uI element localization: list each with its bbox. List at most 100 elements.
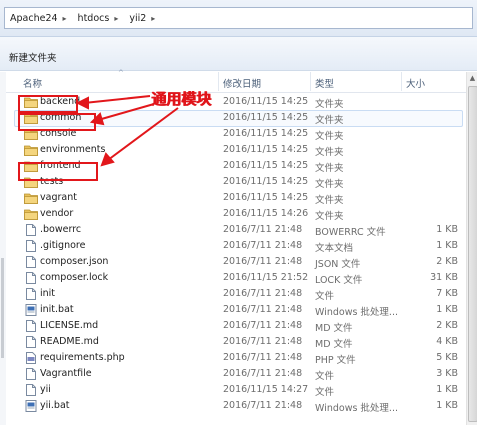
file-row[interactable]: README.md 2016/7/11 21:48 MD 文件 4 KB [0, 334, 466, 350]
file-row[interactable]: environments 2016/11/15 14:25 文件夹 [0, 142, 466, 158]
file-row[interactable]: yii.bat 2016/7/11 21:48 Windows 批处理... 1 KB [0, 398, 466, 414]
file-row[interactable]: LICENSE.md 2016/7/11 21:48 MD 文件 2 KB [0, 318, 466, 334]
file-size: 1 KB [436, 400, 458, 411]
chevron-right-icon[interactable]: ▸ [109, 14, 122, 23]
file-row[interactable]: .gitignore 2016/7/11 21:48 文本文档 1 KB [0, 238, 466, 254]
file-date: 2016/7/11 21:48 [223, 336, 303, 347]
file-type: Windows 批处理... [315, 307, 398, 318]
file-name: .gitignore [40, 240, 86, 251]
file-date: 2016/7/11 21:48 [223, 400, 303, 411]
file-date: 2016/11/15 14:25 [223, 176, 309, 187]
file-row[interactable]: init.bat 2016/7/11 21:48 Windows 批处理... 1 K… [0, 302, 466, 318]
file-type: 文件夹 [315, 195, 344, 206]
file-name: vagrant [40, 192, 77, 203]
file-type: 文件夹 [315, 179, 344, 190]
file-name: init [40, 288, 56, 299]
file-size: 7 KB [436, 288, 458, 299]
file-icon [24, 240, 38, 252]
sort-arrow-icon: ^ [118, 69, 124, 77]
column-size-header[interactable]: 大小 [406, 76, 425, 90]
file-name: LICENSE.md [40, 320, 99, 331]
file-date: 2016/7/11 21:48 [223, 320, 303, 331]
file-type: 文件夹 [315, 99, 344, 110]
column-divider[interactable] [310, 72, 311, 91]
column-name-header[interactable]: 名称 [23, 76, 42, 90]
file-name: requirements.php [40, 352, 125, 363]
file-row[interactable]: composer.lock 2016/11/15 21:52 LOCK 文件 31 K… [0, 270, 466, 286]
file-name: yii.bat [40, 400, 70, 411]
file-icon [24, 384, 38, 396]
file-date: 2016/11/15 14:25 [223, 192, 309, 203]
folder-icon [24, 144, 38, 156]
file-type: 文件 [315, 387, 335, 398]
file-name: README.md [40, 336, 99, 347]
breadcrumb-label: Apache24 [10, 12, 58, 24]
file-type: 文件夹 [315, 131, 344, 142]
file-name: composer.json [40, 256, 109, 267]
file-type: 文本文档 [315, 243, 354, 254]
file-row[interactable]: vendor 2016/11/15 14:26 文件夹 [0, 206, 466, 222]
file-row[interactable]: .bowerrc 2016/7/11 21:48 BOWERRC 文件 1 KB [0, 222, 466, 238]
file-size: 1 KB [436, 224, 458, 235]
file-date: 2016/11/15 14:27 [223, 384, 309, 395]
file-date: 2016/7/11 21:48 [223, 304, 303, 315]
file-icon [24, 224, 38, 236]
breadcrumb-item[interactable]: htdocs ▸ [73, 8, 125, 28]
file-type: BOWERRC 文件 [315, 227, 386, 238]
file-size: 4 KB [436, 336, 458, 347]
file-date: 2016/11/15 14:26 [223, 208, 309, 219]
file-icon [24, 256, 38, 268]
column-date-header[interactable]: 修改日期 [223, 76, 261, 90]
vertical-scrollbar[interactable]: ▲ [466, 72, 477, 425]
file-type: MD 文件 [315, 323, 353, 334]
file-date: 2016/7/11 21:48 [223, 224, 303, 235]
file-size: 2 KB [436, 256, 458, 267]
file-date: 2016/7/11 21:48 [223, 256, 303, 267]
file-name: yii [40, 384, 51, 395]
breadcrumb[interactable]: Apache24 ▸ htdocs ▸ yii2 ▸ [4, 7, 473, 29]
column-header: ^ 名称 修改日期 类型 大小 [0, 69, 466, 93]
file-row[interactable]: yii 2016/11/15 14:27 文件 1 KB [0, 382, 466, 398]
chevron-right-icon[interactable]: ▸ [58, 14, 71, 23]
file-row[interactable]: composer.json 2016/7/11 21:48 JSON 文件 2 KB [0, 254, 466, 270]
column-divider[interactable] [401, 72, 402, 91]
new-folder-button[interactable]: 新建文件夹 [9, 50, 57, 64]
file-name: .bowerrc [40, 224, 82, 235]
breadcrumb-item[interactable]: yii2 ▸ [124, 8, 161, 28]
file-row[interactable]: requirements.php 2016/7/11 21:48 PHP 文件 5 K… [0, 350, 466, 366]
file-type: LOCK 文件 [315, 275, 363, 286]
file-date: 2016/7/11 21:48 [223, 240, 303, 251]
toolbar: 新建文件夹 [0, 37, 477, 71]
file-icon [24, 336, 38, 348]
folder-icon [24, 192, 38, 204]
file-type: 文件 [315, 371, 335, 382]
file-size: 5 KB [436, 352, 458, 363]
scroll-thumb[interactable] [468, 86, 477, 422]
file-date: 2016/11/15 14:25 [223, 160, 309, 171]
file-row[interactable]: vagrant 2016/11/15 14:25 文件夹 [0, 190, 466, 206]
file-row[interactable]: init 2016/7/11 21:48 文件 7 KB [0, 286, 466, 302]
highlight-box-backend [18, 95, 78, 113]
file-size: 1 KB [436, 384, 458, 395]
file-date: 2016/11/15 21:52 [223, 272, 309, 283]
file-name: vendor [40, 208, 74, 219]
folder-icon [24, 208, 38, 220]
file-date: 2016/7/11 21:48 [223, 368, 303, 379]
batch-file-icon [24, 304, 38, 316]
file-type: JSON 文件 [315, 259, 361, 270]
file-icon [24, 368, 38, 380]
file-date: 2016/11/15 14:25 [223, 144, 309, 155]
file-date: 2016/11/15 14:25 [223, 96, 309, 107]
file-type: 文件夹 [315, 163, 344, 174]
column-divider[interactable] [218, 72, 219, 91]
file-type: 文件 [315, 291, 335, 302]
breadcrumb-item[interactable]: Apache24 ▸ [5, 8, 73, 28]
file-row[interactable]: Vagrantfile 2016/7/11 21:48 文件 3 KB [0, 366, 466, 382]
scroll-up-icon[interactable]: ▲ [467, 72, 477, 84]
file-size: 3 KB [436, 368, 458, 379]
chevron-right-icon[interactable]: ▸ [146, 14, 159, 23]
file-date: 2016/11/15 14:25 [223, 128, 309, 139]
file-date: 2016/7/11 21:48 [223, 352, 303, 363]
column-type-header[interactable]: 类型 [315, 76, 334, 90]
file-size: 1 KB [436, 304, 458, 315]
